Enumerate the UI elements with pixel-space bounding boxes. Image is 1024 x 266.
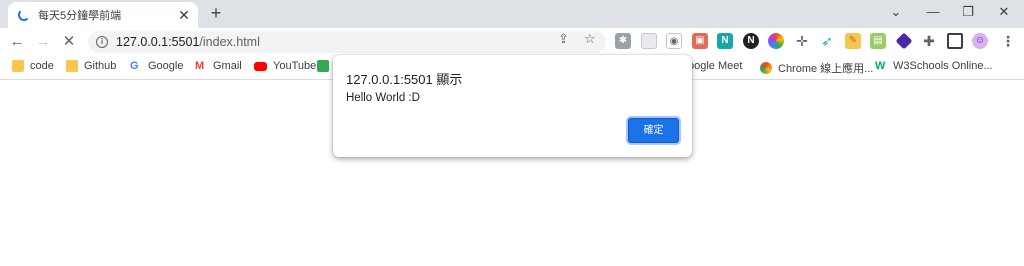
bookmark-github[interactable]: Github [66,60,116,72]
dialog-message: Hello World :D [346,92,420,104]
blank-extension-icon[interactable] [641,33,657,49]
bookmark-star-icon[interactable]: ☆ [584,31,596,47]
bookmark-gmail[interactable]: M Gmail [195,60,242,72]
n-extension-icon[interactable]: N [717,33,733,49]
forward-button[interactable]: → [33,32,53,52]
tab-extension-icon[interactable]: ▣ [692,33,708,49]
address-host: 127.0.0.1:5501 [116,35,200,49]
youtube-icon [254,61,267,71]
info-icon[interactable]: i [96,36,108,48]
tab-strip: 每天5分鐘學前端 ✕ + ⌄ — ❐ ✕ [0,0,1024,28]
minimize-button[interactable]: — [923,4,943,19]
folder-icon [12,60,24,72]
tab-active[interactable]: 每天5分鐘學前端 ✕ [8,2,198,28]
dialog-title: 127.0.0.1:5501 顯示 [346,72,463,87]
tab-search-icon[interactable]: ⌄ [886,4,906,20]
extensions-puzzle-icon[interactable]: ✚ [921,33,937,49]
tab-title: 每天5分鐘學前端 [38,10,122,22]
bookmark-chrome-webstore[interactable]: Chrome 線上應用... [760,60,873,76]
share-icon[interactable]: ⇪ [558,31,569,47]
alert-dialog: 127.0.0.1:5501 顯示 Hello World :D 確定 [333,55,692,157]
loading-spinner-icon [18,9,30,21]
tab-close-icon[interactable]: ✕ [174,7,194,24]
notion-extension-icon[interactable]: N [743,33,759,49]
stop-button[interactable]: ✕ [59,32,79,52]
bookmark-w3schools[interactable]: W W3Schools Online... [875,60,993,72]
window-close-button[interactable]: ✕ [994,4,1014,20]
new-tab-button[interactable]: + [205,3,227,25]
address-url: 127.0.0.1:5501/index.html [116,35,260,49]
sheet-extension-icon[interactable]: ▤ [870,33,886,49]
address-path: /index.html [199,35,260,49]
gmail-icon: M [195,60,205,72]
address-bar[interactable]: i 127.0.0.1:5501/index.html [88,31,606,53]
kebab-menu-icon[interactable]: ⋮ [1000,33,1016,49]
avatar[interactable]: ☺ [972,33,988,49]
chrome-webstore-icon [760,62,772,74]
bookmark-google-meet[interactable]: oogle Meet [688,60,742,72]
ruler-extension-icon[interactable]: ✎ [845,33,861,49]
google-icon: G [130,60,139,72]
move-extension-icon[interactable]: ✛ [794,33,810,49]
color-extension-icon[interactable] [768,33,784,49]
bug-extension-icon[interactable]: ✱ [615,33,631,49]
bookmark-code[interactable]: code [12,60,54,72]
bookmark-google[interactable]: G Google [130,60,183,72]
bookmark-youtube[interactable]: YouTube [254,60,316,72]
ok-button[interactable]: 確定 [628,118,679,143]
maps-icon [317,60,329,72]
side-panel-icon[interactable] [947,33,963,49]
eye-extension-icon[interactable]: ◉ [666,33,682,49]
bird-extension-icon[interactable]: ➶ [819,33,835,49]
back-button[interactable]: ← [7,32,27,52]
restore-button[interactable]: ❐ [958,4,978,20]
w3schools-icon: W [875,60,886,72]
folder-icon [66,60,78,72]
